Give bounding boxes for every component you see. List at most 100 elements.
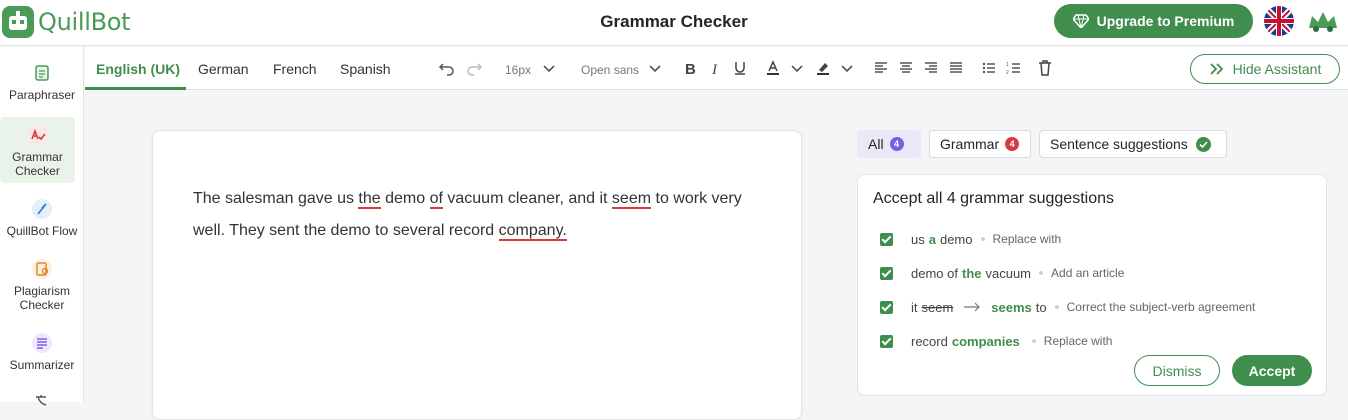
quillbot-flow-icon bbox=[32, 199, 52, 219]
svg-text:B: B bbox=[685, 61, 696, 77]
top-bar: QuillBot Grammar Checker Upgrade to Prem… bbox=[0, 0, 1348, 46]
sidebar-item-label: Paraphraser bbox=[8, 88, 76, 102]
upgrade-label: Upgrade to Premium bbox=[1096, 13, 1235, 29]
svg-text:I: I bbox=[711, 62, 718, 77]
error-word-the[interactable]: the bbox=[358, 190, 381, 209]
error-word-company[interactable]: company. bbox=[498, 222, 567, 241]
arrow-right-icon bbox=[964, 302, 981, 312]
filter-grammar[interactable]: Grammar 4 bbox=[929, 130, 1031, 158]
suggestion-item[interactable]: record companies Replace with bbox=[880, 331, 1112, 351]
highlight-icon[interactable] bbox=[814, 59, 832, 77]
align-justify-icon[interactable] bbox=[947, 59, 965, 77]
sidebar-item-quillbot-flow[interactable]: QuillBot Flow bbox=[0, 197, 84, 243]
text-color-icon[interactable] bbox=[764, 59, 782, 77]
sidebar-item-plagiarism-checker[interactable]: Plagiarism Checker bbox=[0, 257, 84, 317]
filter-grammar-label: Grammar bbox=[940, 136, 1000, 152]
error-word-of[interactable]: of bbox=[429, 190, 443, 209]
italic-icon[interactable]: I bbox=[706, 59, 724, 77]
all-count-badge: 4 bbox=[889, 137, 904, 151]
suggestion-checkbox[interactable] bbox=[880, 334, 893, 348]
font-size-select[interactable]: 16px bbox=[505, 63, 531, 77]
text-segment: The salesman gave us bbox=[193, 190, 359, 207]
separator-dot bbox=[1031, 339, 1036, 343]
sidebar-item-label: Grammar Checker bbox=[12, 150, 63, 178]
sidebar-item-paraphraser[interactable]: Paraphraser bbox=[0, 61, 84, 107]
paraphraser-icon bbox=[35, 65, 49, 81]
suggestion-checkbox[interactable] bbox=[880, 266, 893, 280]
tab-english-uk[interactable]: English (UK) bbox=[96, 61, 180, 77]
hide-assistant-button[interactable]: Hide Assistant bbox=[1190, 54, 1340, 84]
tab-spanish[interactable]: Spanish bbox=[340, 61, 391, 77]
undo-icon[interactable] bbox=[438, 59, 456, 77]
filter-all-label: All bbox=[868, 136, 884, 152]
upgrade-premium-button[interactable]: Upgrade to Premium bbox=[1054, 4, 1253, 38]
suggestion-item[interactable]: demo of the vacuum Add an article bbox=[880, 263, 1124, 283]
filter-sentence-label: Sentence suggestions bbox=[1050, 136, 1188, 152]
tab-french[interactable]: French bbox=[273, 61, 317, 77]
uk-flag-icon[interactable] bbox=[1264, 6, 1294, 36]
grammar-suggestions-panel: Accept all 4 grammar suggestions us a de… bbox=[857, 174, 1327, 396]
sidebar-item-label: Plagiarism Checker bbox=[13, 284, 70, 312]
svg-text:1: 1 bbox=[1006, 62, 1009, 68]
chevron-down-icon[interactable] bbox=[646, 59, 664, 77]
suggestion-after: vacuum bbox=[985, 265, 1032, 281]
sidebar-item-grammar-checker[interactable]: Grammar Checker bbox=[0, 117, 75, 183]
text-editor[interactable]: The salesman gave us the demo of vacuum … bbox=[152, 130, 802, 420]
sidebar-item-translator[interactable] bbox=[0, 391, 84, 411]
summarizer-icon bbox=[32, 333, 52, 353]
editor-text[interactable]: The salesman gave us the demo of vacuum … bbox=[193, 183, 773, 247]
quillbot-logo[interactable]: QuillBot bbox=[2, 6, 131, 38]
hide-assistant-label: Hide Assistant bbox=[1232, 61, 1322, 77]
align-center-icon[interactable] bbox=[897, 59, 915, 77]
suggestion-item[interactable]: it seem seems to Correct the subject-ver… bbox=[880, 297, 1255, 317]
suggestion-replacement: the bbox=[961, 265, 982, 281]
trash-icon[interactable] bbox=[1036, 59, 1054, 77]
suggestion-after: demo bbox=[939, 231, 973, 247]
chevron-down-icon[interactable] bbox=[788, 59, 806, 77]
suggestion-checkbox[interactable] bbox=[880, 300, 893, 314]
accept-button[interactable]: Accept bbox=[1232, 355, 1312, 386]
suggestion-replacement: companies bbox=[951, 333, 1020, 349]
filter-sentence-suggestions[interactable]: Sentence suggestions bbox=[1039, 130, 1227, 158]
suggestion-before: demo of bbox=[911, 265, 958, 281]
numbered-list-icon[interactable]: 12 bbox=[1005, 59, 1023, 77]
crown-icon[interactable] bbox=[1306, 8, 1340, 34]
error-word-seem[interactable]: seem bbox=[611, 190, 652, 209]
underline-icon[interactable] bbox=[731, 59, 749, 77]
text-segment: demo bbox=[380, 190, 430, 207]
logo-text: QuillBot bbox=[38, 8, 131, 36]
filter-all[interactable]: All 4 bbox=[857, 130, 921, 158]
active-tab-underline bbox=[85, 87, 186, 90]
chevron-down-icon[interactable] bbox=[838, 59, 856, 77]
tab-german[interactable]: German bbox=[198, 61, 249, 77]
svg-text:2: 2 bbox=[1006, 70, 1009, 76]
grammar-checker-icon bbox=[27, 125, 48, 145]
translator-icon bbox=[36, 395, 47, 406]
sidebar: Paraphraser Grammar Checker QuillBot Flo… bbox=[0, 47, 84, 406]
suggestion-removed: seem bbox=[921, 299, 954, 315]
redo-icon[interactable] bbox=[465, 59, 483, 77]
plagiarism-checker-icon bbox=[32, 259, 52, 279]
diamond-icon bbox=[1072, 14, 1089, 28]
align-right-icon[interactable] bbox=[922, 59, 940, 77]
suggestion-hint: Replace with bbox=[1043, 334, 1113, 348]
suggestion-item[interactable]: us a demo Replace with bbox=[880, 229, 1061, 249]
suggestion-before: us bbox=[911, 231, 925, 247]
suggestion-checkbox[interactable] bbox=[880, 232, 893, 246]
sidebar-item-label: QuillBot Flow bbox=[6, 224, 78, 238]
double-chevron-right-icon bbox=[1210, 63, 1223, 75]
font-family-select[interactable]: Open sans bbox=[581, 63, 639, 77]
bold-icon[interactable]: B bbox=[681, 59, 699, 77]
dismiss-button[interactable]: Dismiss bbox=[1134, 355, 1220, 386]
chevron-down-icon[interactable] bbox=[540, 59, 558, 77]
align-left-icon[interactable] bbox=[872, 59, 890, 77]
suggestion-replacement: seems bbox=[991, 299, 1032, 315]
bullet-list-icon[interactable] bbox=[980, 59, 998, 77]
suggestion-before: record bbox=[911, 333, 948, 349]
suggestion-hint: Correct the subject-verb agreement bbox=[1066, 300, 1256, 314]
suggestion-hint: Replace with bbox=[992, 232, 1062, 246]
separator-dot bbox=[1039, 271, 1044, 275]
text-segment: vacuum cleaner, and it bbox=[442, 190, 612, 207]
sidebar-item-summarizer[interactable]: Summarizer bbox=[0, 331, 84, 377]
editor-toolbar: English (UK) German French Spanish 16px … bbox=[85, 47, 1348, 90]
